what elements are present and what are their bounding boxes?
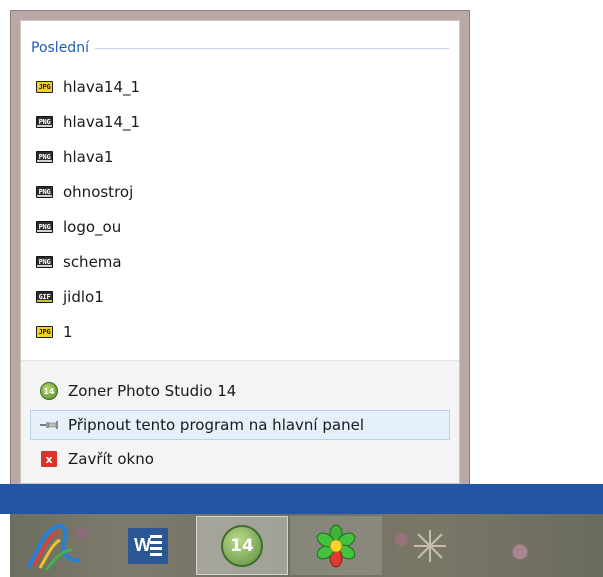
task-label: Zavřít okno	[68, 450, 154, 468]
task-label: Připnout tento program na hlavní panel	[68, 416, 364, 434]
recent-item-label: 1	[63, 322, 73, 341]
zoner-photo-studio-icon: 14	[39, 381, 59, 401]
recent-item-label: hlava1	[63, 147, 114, 166]
close-window-icon: x	[39, 449, 59, 469]
unknown-app-icon	[414, 529, 446, 562]
recent-item-schema[interactable]: PNG schema	[21, 244, 459, 279]
taskbar-paint-app[interactable]	[8, 516, 100, 575]
recent-item-ohnostroj[interactable]: PNG ohnostroj	[21, 174, 459, 209]
taskbar-icq[interactable]	[290, 516, 382, 575]
tasks-section: 14 Zoner Photo Studio 14 Připnout tento …	[21, 360, 459, 483]
task-label: Zoner Photo Studio 14	[68, 382, 237, 400]
recent-item-1[interactable]: JPG 1	[21, 314, 459, 349]
recent-item-jidlo1[interactable]: GIF jidlo1	[21, 279, 459, 314]
close-window-button[interactable]: x Zavřít okno	[30, 444, 450, 474]
recent-section-header: Poslední	[31, 38, 449, 58]
recent-items-list: JPG hlava14_1 PNG hlava14_1 PNG hlava1 P…	[21, 69, 459, 349]
word-icon: W	[128, 527, 168, 564]
icq-icon	[316, 524, 356, 567]
taskbar-word[interactable]: W	[102, 516, 194, 575]
recent-item-hlava1[interactable]: PNG hlava1	[21, 139, 459, 174]
open-zoner-photo-studio[interactable]: 14 Zoner Photo Studio 14	[30, 376, 450, 406]
recent-item-hlava14-1-png[interactable]: PNG hlava14_1	[21, 104, 459, 139]
recent-item-label: schema	[63, 252, 122, 271]
jump-list: Poslední JPG hlava14_1 PNG hlava14_1 PNG…	[10, 10, 470, 494]
recent-section-title: Poslední	[31, 40, 89, 56]
taskbar-top-strip	[0, 484, 603, 514]
taskbar-unknown-app[interactable]	[384, 516, 476, 575]
png-file-icon: PNG	[36, 150, 53, 163]
png-file-icon: PNG	[36, 220, 53, 233]
zoner-photo-studio-icon: 14	[221, 524, 263, 567]
pin-icon	[39, 415, 59, 435]
recent-item-label: jidlo1	[63, 287, 104, 306]
jpg-file-icon: JPG	[36, 80, 53, 93]
gif-file-icon: GIF	[36, 290, 53, 303]
jpg-file-icon: JPG	[36, 325, 53, 338]
recent-item-label: ohnostroj	[63, 182, 134, 201]
recent-item-label: logo_ou	[63, 217, 122, 236]
jump-list-panel: Poslední JPG hlava14_1 PNG hlava14_1 PNG…	[20, 20, 460, 484]
recent-item-label: hlava14_1	[63, 77, 141, 96]
png-file-icon: PNG	[36, 255, 53, 268]
recent-item-logo-ou[interactable]: PNG logo_ou	[21, 209, 459, 244]
pin-to-taskbar-button[interactable]: Připnout tento program na hlavní panel	[30, 410, 450, 440]
recent-item-hlava14-1-jpg[interactable]: JPG hlava14_1	[21, 69, 459, 104]
paint-app-icon	[26, 523, 81, 571]
taskbar-zoner-photo-studio[interactable]: 14	[196, 516, 288, 575]
section-divider	[94, 47, 449, 49]
png-file-icon: PNG	[36, 115, 53, 128]
taskbar: W 14	[10, 514, 603, 577]
png-file-icon: PNG	[36, 185, 53, 198]
recent-item-label: hlava14_1	[63, 112, 141, 131]
